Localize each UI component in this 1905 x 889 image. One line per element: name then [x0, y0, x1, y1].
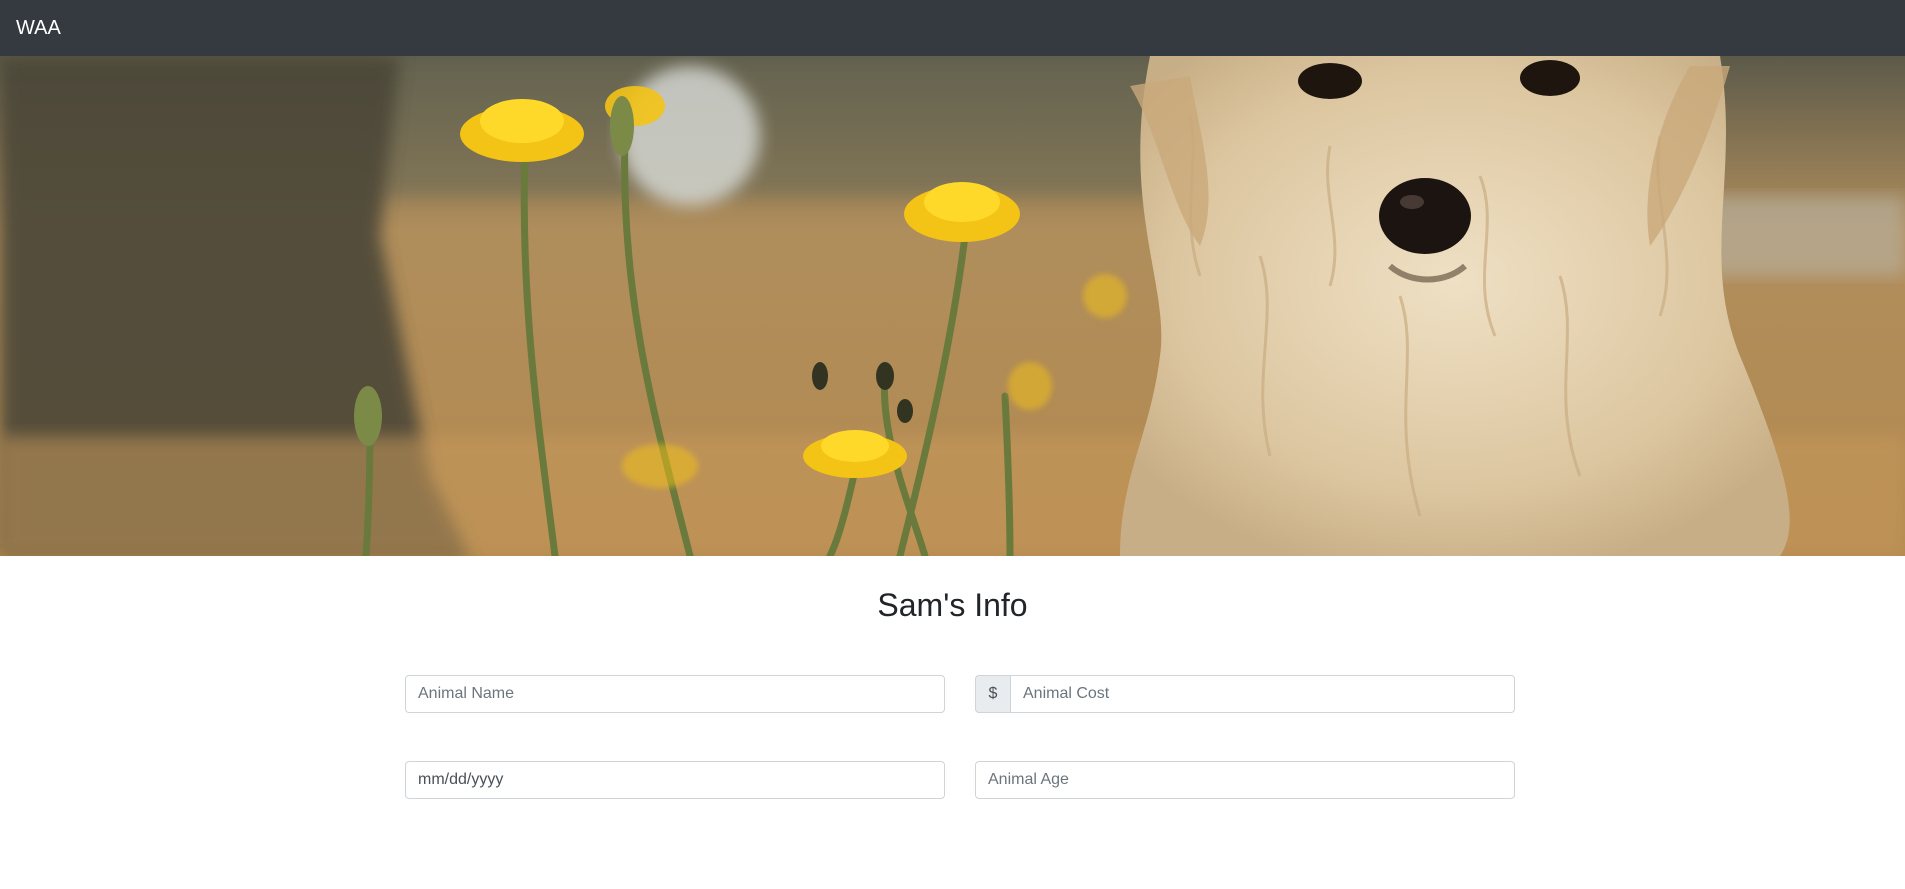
page-title: Sam's Info: [877, 587, 1028, 623]
animal-age-input[interactable]: [975, 761, 1515, 799]
currency-prefix: $: [975, 675, 1010, 713]
hero-image: [0, 56, 1905, 556]
animal-cost-input[interactable]: [1010, 675, 1515, 713]
animal-cost-group: $: [975, 675, 1515, 713]
animal-name-input[interactable]: [405, 675, 945, 713]
puppy-photo: [0, 56, 1905, 556]
navbar: WAA: [0, 0, 1905, 56]
brand-link[interactable]: WAA: [16, 18, 61, 38]
animal-birthdate-input[interactable]: [405, 761, 945, 799]
